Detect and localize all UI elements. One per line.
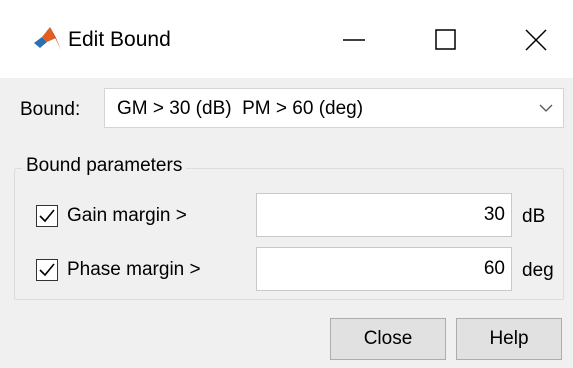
window-title: Edit Bound <box>68 28 171 51</box>
phase-margin-label: Phase margin > <box>67 259 201 280</box>
help-button[interactable]: Help <box>456 318 562 360</box>
chevron-down-icon <box>539 104 553 112</box>
gain-margin-input[interactable] <box>256 193 512 237</box>
checkmark-icon <box>39 209 55 223</box>
title-bar[interactable]: Edit Bound <box>0 0 573 78</box>
close-window-button[interactable] <box>514 20 558 60</box>
minimize-icon <box>343 39 365 41</box>
bound-select[interactable]: GM > 30 (dB) PM > 60 (deg) <box>104 88 564 128</box>
phase-margin-checkbox[interactable] <box>36 259 58 281</box>
maximize-button[interactable] <box>424 20 468 60</box>
bound-selected-value: GM > 30 (dB) PM > 60 (deg) <box>117 98 364 119</box>
minimize-button[interactable] <box>332 20 376 60</box>
close-button[interactable]: Close <box>330 318 446 360</box>
maximize-icon <box>435 29 456 50</box>
matlab-logo-icon <box>34 26 62 52</box>
close-icon <box>525 29 547 51</box>
checkmark-icon <box>39 263 55 277</box>
phase-margin-input[interactable] <box>256 247 512 291</box>
phase-margin-unit: deg <box>522 260 554 281</box>
edit-bound-dialog: Edit Bound Bound: GM > 30 (dB) PM > 60 (… <box>0 0 573 368</box>
gain-margin-label: Gain margin > <box>67 205 187 226</box>
gain-margin-checkbox[interactable] <box>36 205 58 227</box>
bound-label: Bound: <box>20 99 81 120</box>
group-title: Bound parameters <box>22 154 187 178</box>
gain-margin-unit: dB <box>522 206 546 227</box>
